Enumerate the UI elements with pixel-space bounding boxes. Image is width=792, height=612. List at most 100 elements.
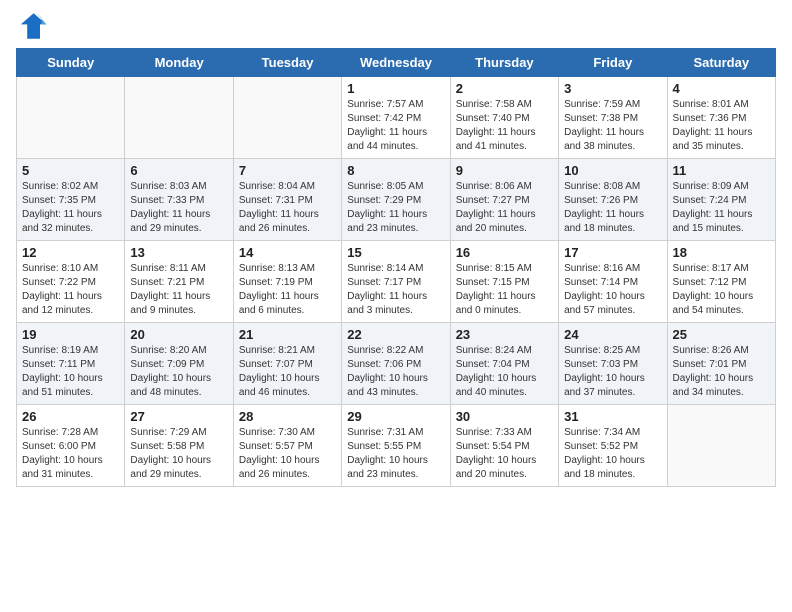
day-number: 29 [347,409,444,424]
day-info: Sunrise: 8:21 AM Sunset: 7:07 PM Dayligh… [239,344,336,400]
day-info: Sunrise: 8:02 AM Sunset: 7:35 PM Dayligh… [22,180,119,236]
day-number: 15 [347,245,444,260]
day-number: 4 [673,81,770,96]
day-number: 21 [239,327,336,342]
logo [16,10,52,42]
day-info: Sunrise: 8:08 AM Sunset: 7:26 PM Dayligh… [564,180,661,236]
calendar-table: SundayMondayTuesdayWednesdayThursdayFrid… [16,48,776,487]
day-info: Sunrise: 8:26 AM Sunset: 7:01 PM Dayligh… [673,344,770,400]
day-info: Sunrise: 8:05 AM Sunset: 7:29 PM Dayligh… [347,180,444,236]
day-number: 22 [347,327,444,342]
day-info: Sunrise: 7:58 AM Sunset: 7:40 PM Dayligh… [456,98,553,154]
day-info: Sunrise: 7:33 AM Sunset: 5:54 PM Dayligh… [456,426,553,482]
day-info: Sunrise: 8:25 AM Sunset: 7:03 PM Dayligh… [564,344,661,400]
weekday-header-sunday: Sunday [17,49,125,77]
day-info: Sunrise: 8:04 AM Sunset: 7:31 PM Dayligh… [239,180,336,236]
calendar-cell [17,77,125,159]
calendar-cell: 12 Sunrise: 8:10 AM Sunset: 7:22 PM Dayli… [17,241,125,323]
day-number: 25 [673,327,770,342]
day-number: 12 [22,245,119,260]
weekday-header-row: SundayMondayTuesdayWednesdayThursdayFrid… [17,49,776,77]
calendar-cell: 19 Sunrise: 8:19 AM Sunset: 7:11 PM Dayli… [17,323,125,405]
day-info: Sunrise: 7:30 AM Sunset: 5:57 PM Dayligh… [239,426,336,482]
day-info: Sunrise: 8:14 AM Sunset: 7:17 PM Dayligh… [347,262,444,318]
day-info: Sunrise: 7:29 AM Sunset: 5:58 PM Dayligh… [130,426,227,482]
calendar-cell: 17 Sunrise: 8:16 AM Sunset: 7:14 PM Dayli… [559,241,667,323]
calendar-cell: 3 Sunrise: 7:59 AM Sunset: 7:38 PM Daylig… [559,77,667,159]
weekday-header-friday: Friday [559,49,667,77]
calendar-cell [125,77,233,159]
day-info: Sunrise: 8:01 AM Sunset: 7:36 PM Dayligh… [673,98,770,154]
calendar-cell [667,405,775,487]
day-number: 16 [456,245,553,260]
calendar-cell: 31 Sunrise: 7:34 AM Sunset: 5:52 PM Dayli… [559,405,667,487]
day-number: 3 [564,81,661,96]
page: SundayMondayTuesdayWednesdayThursdayFrid… [0,0,792,612]
day-info: Sunrise: 8:11 AM Sunset: 7:21 PM Dayligh… [130,262,227,318]
day-number: 13 [130,245,227,260]
day-info: Sunrise: 8:09 AM Sunset: 7:24 PM Dayligh… [673,180,770,236]
calendar-cell: 1 Sunrise: 7:57 AM Sunset: 7:42 PM Daylig… [342,77,450,159]
calendar-cell: 25 Sunrise: 8:26 AM Sunset: 7:01 PM Dayli… [667,323,775,405]
day-info: Sunrise: 8:16 AM Sunset: 7:14 PM Dayligh… [564,262,661,318]
calendar-week-row: 19 Sunrise: 8:19 AM Sunset: 7:11 PM Dayli… [17,323,776,405]
calendar-cell: 13 Sunrise: 8:11 AM Sunset: 7:21 PM Dayli… [125,241,233,323]
day-info: Sunrise: 7:34 AM Sunset: 5:52 PM Dayligh… [564,426,661,482]
day-info: Sunrise: 8:19 AM Sunset: 7:11 PM Dayligh… [22,344,119,400]
calendar-cell: 18 Sunrise: 8:17 AM Sunset: 7:12 PM Dayli… [667,241,775,323]
day-number: 10 [564,163,661,178]
day-number: 26 [22,409,119,424]
day-info: Sunrise: 7:57 AM Sunset: 7:42 PM Dayligh… [347,98,444,154]
calendar-week-row: 1 Sunrise: 7:57 AM Sunset: 7:42 PM Daylig… [17,77,776,159]
day-info: Sunrise: 7:59 AM Sunset: 7:38 PM Dayligh… [564,98,661,154]
day-number: 8 [347,163,444,178]
day-number: 14 [239,245,336,260]
calendar-cell: 27 Sunrise: 7:29 AM Sunset: 5:58 PM Dayli… [125,405,233,487]
day-number: 28 [239,409,336,424]
calendar-cell: 7Sunrise: 8:04 AM Sunset: 7:31 PM Daylig… [233,159,341,241]
day-info: Sunrise: 8:20 AM Sunset: 7:09 PM Dayligh… [130,344,227,400]
calendar-week-row: 12 Sunrise: 8:10 AM Sunset: 7:22 PM Dayli… [17,241,776,323]
day-number: 2 [456,81,553,96]
calendar-cell [233,77,341,159]
calendar-cell: 26 Sunrise: 7:28 AM Sunset: 6:00 PM Dayli… [17,405,125,487]
day-number: 18 [673,245,770,260]
calendar-cell: 20 Sunrise: 8:20 AM Sunset: 7:09 PM Dayli… [125,323,233,405]
calendar-cell: 9Sunrise: 8:06 AM Sunset: 7:27 PM Daylig… [450,159,558,241]
day-number: 24 [564,327,661,342]
day-number: 19 [22,327,119,342]
day-info: Sunrise: 7:28 AM Sunset: 6:00 PM Dayligh… [22,426,119,482]
day-info: Sunrise: 7:31 AM Sunset: 5:55 PM Dayligh… [347,426,444,482]
calendar-cell: 4 Sunrise: 8:01 AM Sunset: 7:36 PM Daylig… [667,77,775,159]
day-number: 27 [130,409,227,424]
day-number: 9 [456,163,553,178]
weekday-header-wednesday: Wednesday [342,49,450,77]
day-info: Sunrise: 8:10 AM Sunset: 7:22 PM Dayligh… [22,262,119,318]
calendar-cell: 6Sunrise: 8:03 AM Sunset: 7:33 PM Daylig… [125,159,233,241]
calendar-cell: 30 Sunrise: 7:33 AM Sunset: 5:54 PM Dayli… [450,405,558,487]
calendar-cell: 14 Sunrise: 8:13 AM Sunset: 7:19 PM Dayli… [233,241,341,323]
day-number: 6 [130,163,227,178]
day-info: Sunrise: 8:13 AM Sunset: 7:19 PM Dayligh… [239,262,336,318]
weekday-header-thursday: Thursday [450,49,558,77]
header [16,10,776,42]
day-info: Sunrise: 8:17 AM Sunset: 7:12 PM Dayligh… [673,262,770,318]
day-number: 30 [456,409,553,424]
logo-icon [16,10,48,42]
day-number: 31 [564,409,661,424]
calendar-cell: 11Sunrise: 8:09 AM Sunset: 7:24 PM Dayli… [667,159,775,241]
weekday-header-tuesday: Tuesday [233,49,341,77]
day-number: 20 [130,327,227,342]
calendar-cell: 8 Sunrise: 8:05 AM Sunset: 7:29 PM Daylig… [342,159,450,241]
calendar-cell: 21 Sunrise: 8:21 AM Sunset: 7:07 PM Dayli… [233,323,341,405]
calendar-week-row: 5Sunrise: 8:02 AM Sunset: 7:35 PM Daylig… [17,159,776,241]
calendar-cell: 5Sunrise: 8:02 AM Sunset: 7:35 PM Daylig… [17,159,125,241]
weekday-header-monday: Monday [125,49,233,77]
calendar-cell: 10 Sunrise: 8:08 AM Sunset: 7:26 PM Dayli… [559,159,667,241]
day-number: 17 [564,245,661,260]
day-number: 1 [347,81,444,96]
calendar-cell: 24 Sunrise: 8:25 AM Sunset: 7:03 PM Dayli… [559,323,667,405]
day-info: Sunrise: 8:22 AM Sunset: 7:06 PM Dayligh… [347,344,444,400]
weekday-header-saturday: Saturday [667,49,775,77]
calendar-week-row: 26 Sunrise: 7:28 AM Sunset: 6:00 PM Dayli… [17,405,776,487]
